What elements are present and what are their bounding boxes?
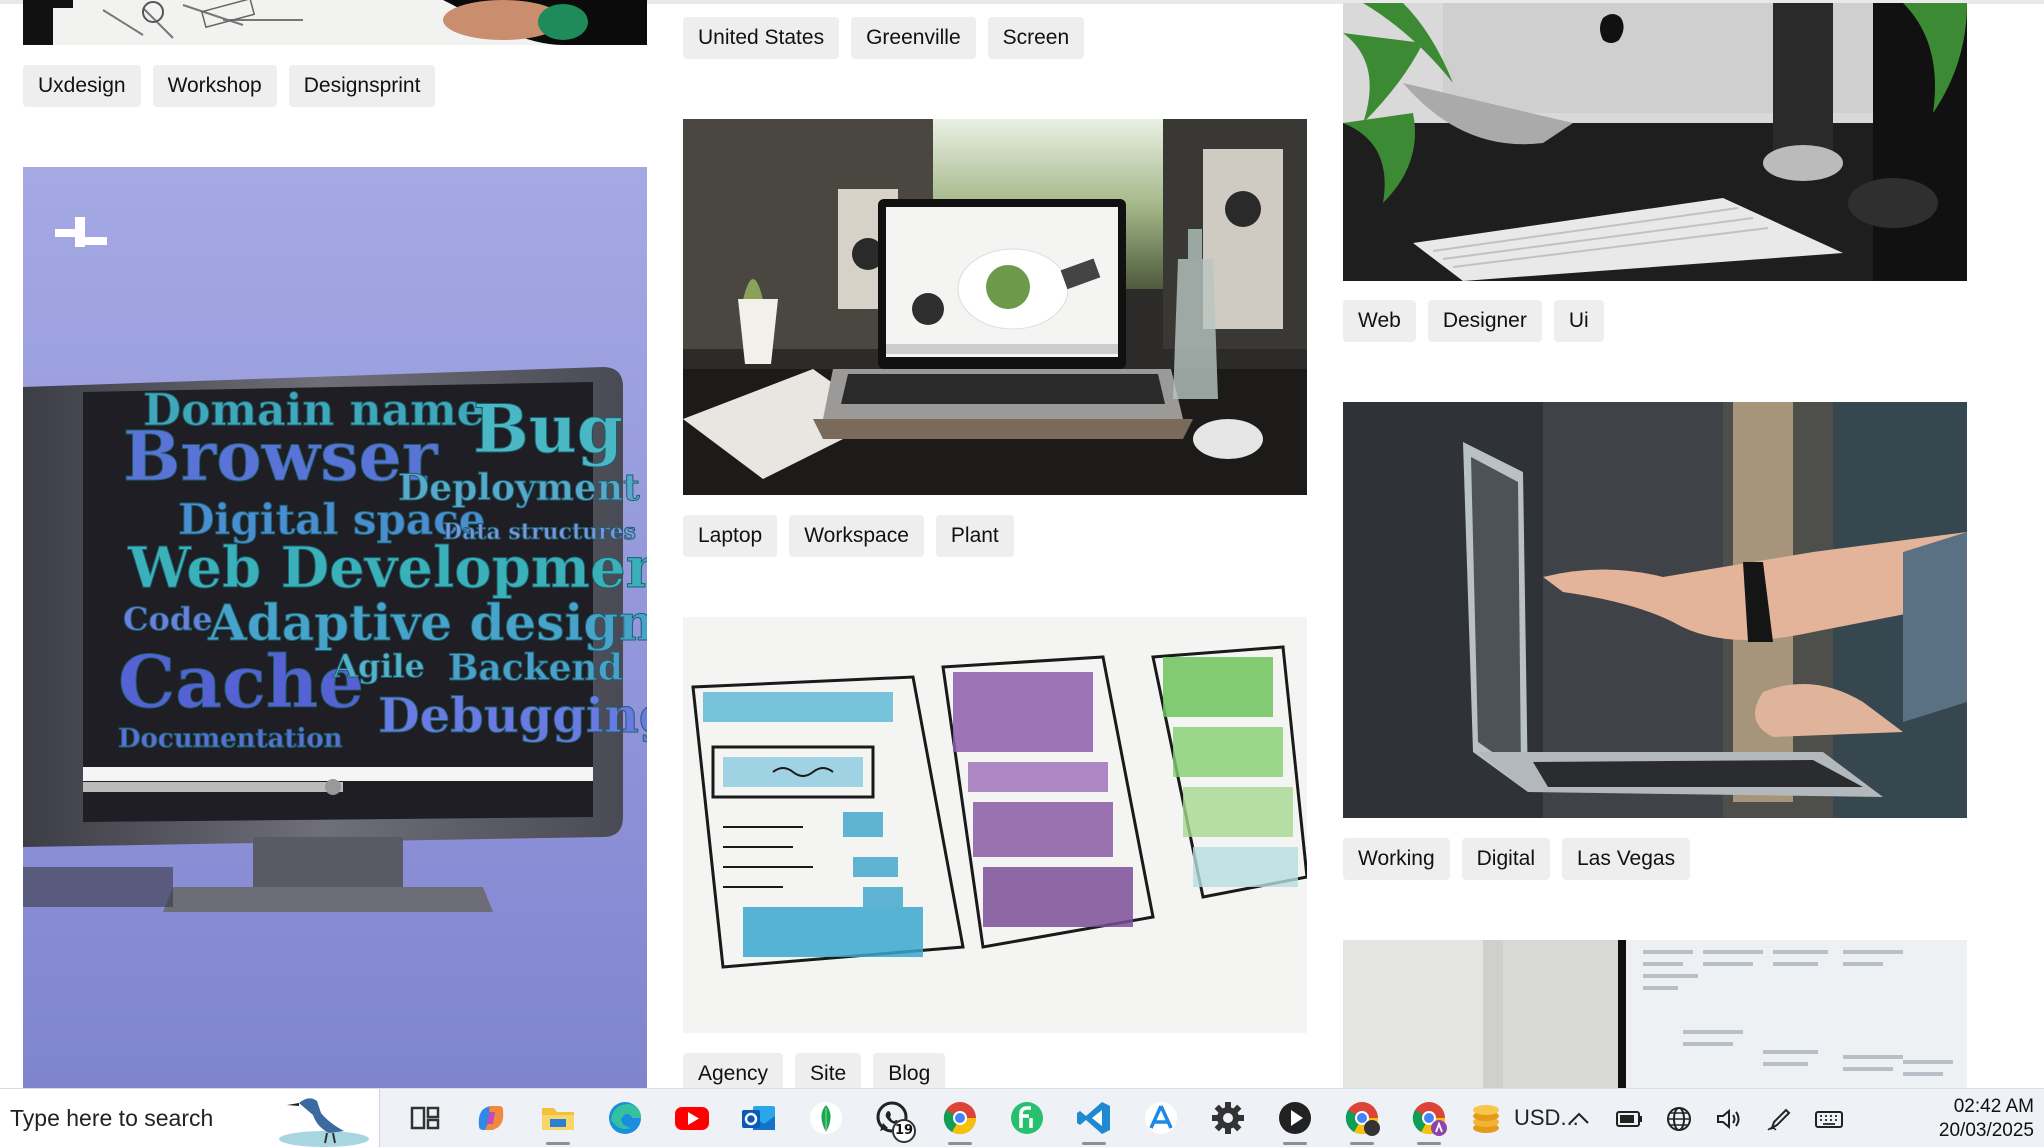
copilot-icon[interactable] bbox=[457, 1089, 524, 1147]
tag[interactable]: Workspace bbox=[789, 515, 924, 557]
poster-word: Cache bbox=[118, 639, 364, 724]
pointing-at-laptop-photo[interactable] bbox=[1343, 402, 1967, 818]
tag[interactable]: Workshop bbox=[152, 65, 277, 107]
chevron-up-icon[interactable] bbox=[1564, 1104, 1594, 1134]
taskbar-search[interactable]: Type here to search bbox=[0, 1088, 380, 1147]
keyboard-icon[interactable] bbox=[1814, 1104, 1844, 1134]
windows-taskbar: Type here to search 19 USD... 02:42 AM 2… bbox=[0, 1088, 2044, 1147]
poster-word: Bug bbox=[473, 390, 623, 468]
tag[interactable]: Site bbox=[795, 1053, 862, 1088]
speaker-icon[interactable] bbox=[1714, 1104, 1744, 1134]
task-view-icon[interactable] bbox=[390, 1089, 457, 1147]
notification-badge: 19 bbox=[892, 1118, 916, 1143]
tag[interactable]: Working bbox=[1343, 838, 1450, 880]
media-player-icon[interactable] bbox=[1261, 1089, 1328, 1147]
tag-list: Working Digital Las Vegas bbox=[1343, 838, 1691, 880]
wireframe-sketch-photo[interactable] bbox=[683, 617, 1307, 1033]
tag[interactable]: Designer bbox=[1427, 300, 1542, 342]
tag-list: Laptop Workspace Plant bbox=[683, 515, 1014, 557]
poster-word: Documentation bbox=[118, 724, 343, 754]
chrome-icon[interactable] bbox=[926, 1089, 993, 1147]
tag[interactable]: Uxdesign bbox=[23, 65, 141, 107]
system-clock[interactable]: 02:42 AM 20/03/2025 bbox=[1939, 1095, 2034, 1143]
tag[interactable]: Las Vegas bbox=[1562, 838, 1691, 880]
mongodb-icon[interactable] bbox=[792, 1089, 859, 1147]
globe-icon[interactable] bbox=[1664, 1104, 1694, 1134]
tag[interactable]: Screen bbox=[987, 17, 1085, 59]
imac-keyboard-photo[interactable] bbox=[1343, 3, 1967, 281]
chrome-profile-a-icon[interactable] bbox=[1395, 1089, 1462, 1147]
clock-time: 02:42 AM bbox=[1953, 1096, 2034, 1117]
screen-document-photo[interactable] bbox=[1343, 940, 1967, 1088]
tag[interactable]: Ui bbox=[1553, 300, 1604, 342]
tag[interactable]: Greenville bbox=[851, 17, 976, 59]
coins-icon bbox=[1473, 1105, 1499, 1133]
gallery-page: Uxdesign Workshop Designsprint Domain na… bbox=[0, 0, 2044, 1088]
search-placeholder: Type here to search bbox=[10, 1104, 214, 1131]
tag[interactable]: Plant bbox=[935, 515, 1014, 557]
poster-word: Code bbox=[123, 600, 213, 638]
poster-word: Debugging bbox=[378, 688, 647, 744]
poster-word: Backend bbox=[448, 647, 623, 689]
youtube-icon[interactable] bbox=[658, 1089, 725, 1147]
tag-list: United States Greenville Screen bbox=[683, 17, 1085, 59]
freshworks-icon[interactable] bbox=[993, 1089, 1060, 1147]
file-explorer-icon[interactable] bbox=[524, 1089, 591, 1147]
tag[interactable]: Laptop bbox=[683, 515, 778, 557]
outlook-icon[interactable] bbox=[725, 1089, 792, 1147]
tag[interactable]: Agency bbox=[683, 1053, 784, 1088]
currency-ticker[interactable]: USD... bbox=[1466, 1098, 1579, 1138]
tag[interactable]: United States bbox=[683, 17, 840, 59]
whatsapp-icon[interactable]: 19 bbox=[859, 1089, 926, 1147]
clock-date: 20/03/2025 bbox=[1938, 1120, 2034, 1141]
web-development-poster[interactable]: Domain name Bug Browser Deployment Digit… bbox=[23, 167, 647, 1088]
tag-list: Agency Site Blog bbox=[683, 1053, 946, 1088]
app-store-icon[interactable] bbox=[1127, 1089, 1194, 1147]
battery-icon[interactable] bbox=[1614, 1104, 1644, 1134]
tag-list: Web Designer Ui bbox=[1343, 300, 1604, 342]
settings-icon[interactable] bbox=[1194, 1089, 1261, 1147]
sketch-workshop-photo[interactable] bbox=[23, 0, 647, 45]
edge-icon[interactable] bbox=[591, 1089, 658, 1147]
tag[interactable]: Designsprint bbox=[288, 65, 436, 107]
laptop-workspace-photo[interactable] bbox=[683, 119, 1307, 495]
tag[interactable]: Blog bbox=[873, 1053, 946, 1088]
poster-word: Web Development bbox=[127, 535, 647, 601]
taskbar-apps: 19 USD... bbox=[390, 1089, 1579, 1147]
vscode-icon[interactable] bbox=[1060, 1089, 1127, 1147]
poster-word: Browser bbox=[123, 417, 439, 497]
tag-list: Uxdesign Workshop Designsprint bbox=[23, 65, 436, 107]
chrome-profile-icon[interactable] bbox=[1328, 1089, 1395, 1147]
tag[interactable]: Web bbox=[1343, 300, 1416, 342]
tag[interactable]: Digital bbox=[1461, 838, 1550, 880]
poster-word: Agile bbox=[332, 647, 425, 685]
heron-search-highlight-icon bbox=[279, 1097, 369, 1147]
system-tray bbox=[1564, 1089, 1844, 1147]
pen-icon[interactable] bbox=[1764, 1104, 1794, 1134]
